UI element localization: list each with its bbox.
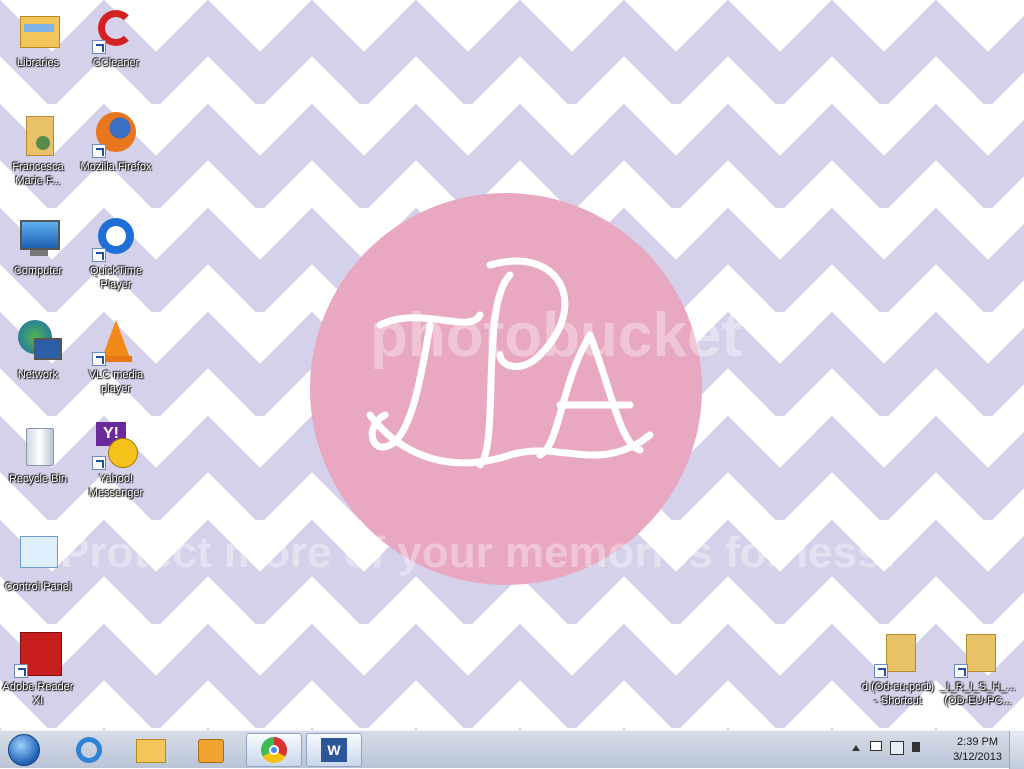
firefox-icon xyxy=(92,110,140,158)
network-tray-icon[interactable] xyxy=(890,741,904,755)
taskbar-word[interactable]: W xyxy=(306,733,362,767)
icon-label: Control Panel xyxy=(4,581,72,593)
ccleaner-icon xyxy=(92,6,140,54)
file-explorer-icon xyxy=(136,739,166,763)
icon-label: Recycle Bin xyxy=(8,473,68,485)
desktop-icon-francesca[interactable]: Francesca Marie F... xyxy=(0,110,76,188)
clock[interactable]: 2:39 PM 3/12/2013 xyxy=(953,735,1002,765)
watermark-brand: photobucket xyxy=(370,301,742,370)
chrome-icon xyxy=(261,737,287,763)
volume-icon[interactable] xyxy=(912,742,920,752)
shortcut-arrow-icon xyxy=(92,248,106,262)
watermark-text: Protect more of your memories for less! xyxy=(60,528,897,577)
folder-shortcut-icon xyxy=(874,630,922,678)
shortcut-arrow-icon xyxy=(14,664,28,678)
taskbar-media-player[interactable] xyxy=(184,733,236,767)
desktop-icon-d-shortcut[interactable]: d (Od-eu-pcr1) - Shortcut xyxy=(860,630,936,708)
yahoo-messenger-icon: Y! xyxy=(92,422,140,470)
start-button[interactable] xyxy=(4,732,44,768)
internet-explorer-icon xyxy=(76,737,102,763)
user-folder-icon xyxy=(14,110,62,158)
taskbar-file-explorer[interactable] xyxy=(124,733,176,767)
desktop-icon-adobe-reader[interactable]: Adobe Reader XI xyxy=(0,630,76,708)
desktop-icon-computer[interactable]: Computer xyxy=(0,214,76,278)
folder-shortcut-icon xyxy=(954,630,1002,678)
control-panel-icon xyxy=(14,530,62,578)
icon-label: Mozilla Firefox xyxy=(80,161,152,173)
vlc-icon xyxy=(92,318,140,366)
media-player-icon xyxy=(198,739,224,763)
recycle-bin-icon xyxy=(14,422,62,470)
shortcut-arrow-icon xyxy=(92,456,106,470)
desktop-icon-network[interactable]: Network xyxy=(0,318,76,382)
icon-label: d (Od-eu-pcr1) - Shortcut xyxy=(861,681,935,707)
desktop-icon-irish-shortcut[interactable]: _I_R_I_S_H_... (OD-EU-PC... xyxy=(940,630,1016,708)
icon-label: VLC media player xyxy=(88,369,144,395)
taskbar-internet-explorer[interactable] xyxy=(64,733,116,767)
desktop: photobucket Protect more of your memorie… xyxy=(0,0,1024,730)
icon-label: Francesca Marie F... xyxy=(12,161,64,187)
taskbar: W 2:39 PM 3/12/2013 xyxy=(0,730,1024,769)
icon-label: Yahoo! Messenger xyxy=(88,473,144,499)
shortcut-arrow-icon xyxy=(954,664,968,678)
show-hidden-icons-icon[interactable] xyxy=(852,745,860,751)
adobe-reader-icon xyxy=(14,630,62,678)
icon-label: Libraries xyxy=(16,57,60,69)
desktop-icon-ccleaner[interactable]: CCleaner xyxy=(78,6,154,70)
icon-label: QuickTime Player xyxy=(89,265,143,291)
desktop-icon-yahoo-messenger[interactable]: Y! Yahoo! Messenger xyxy=(78,422,154,500)
computer-icon xyxy=(14,214,62,262)
taskbar-chrome[interactable] xyxy=(246,733,302,767)
action-center-flag-icon[interactable] xyxy=(870,741,882,751)
clock-date: 3/12/2013 xyxy=(953,751,1002,763)
shortcut-arrow-icon xyxy=(92,352,106,366)
shortcut-arrow-icon xyxy=(92,144,106,158)
icon-label: Computer xyxy=(13,265,63,277)
icon-label: CCleaner xyxy=(92,57,140,69)
desktop-icon-firefox[interactable]: Mozilla Firefox xyxy=(78,110,154,174)
desktop-icon-quicktime[interactable]: QuickTime Player xyxy=(78,214,154,292)
icon-label: Adobe Reader XI xyxy=(2,681,74,707)
desktop-icon-recycle-bin[interactable]: Recycle Bin xyxy=(0,422,76,486)
shortcut-arrow-icon xyxy=(874,664,888,678)
clock-time: 2:39 PM xyxy=(957,736,999,748)
monogram-logo xyxy=(366,257,654,469)
desktop-icon-control-panel[interactable]: Control Panel xyxy=(0,530,76,594)
desktop-icon-libraries[interactable]: Libraries xyxy=(0,6,76,70)
icon-label: _I_R_I_S_H_... (OD-EU-PC... xyxy=(940,681,1016,707)
network-icon xyxy=(14,318,62,366)
start-orb-icon xyxy=(8,734,40,766)
quicktime-icon xyxy=(92,214,140,262)
show-desktop-button[interactable] xyxy=(1009,731,1024,769)
icon-label: Network xyxy=(17,369,59,381)
shortcut-arrow-icon xyxy=(92,40,106,54)
word-icon: W xyxy=(321,738,347,762)
desktop-icon-vlc[interactable]: VLC media player xyxy=(78,318,154,396)
libraries-icon xyxy=(14,6,62,54)
